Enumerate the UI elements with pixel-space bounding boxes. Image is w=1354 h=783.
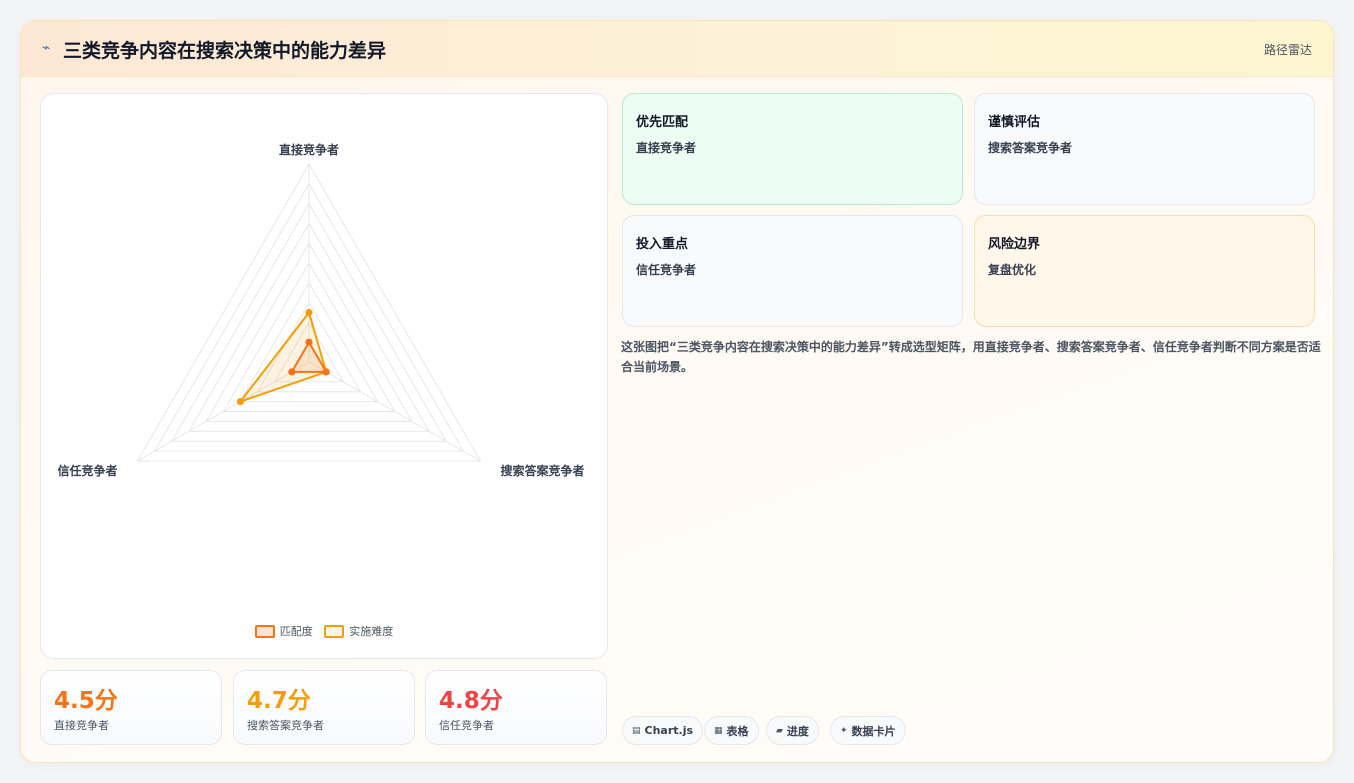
card-title: 谨慎评估 [988,115,1041,130]
stat-value: 4.7分 [247,688,311,714]
chip-label: 数据卡片 [851,724,896,738]
chip-data-cards[interactable]: ✦ 数据卡片 [830,716,906,745]
card-title: 投入重点 [636,237,689,252]
chip-table[interactable]: ▦ 表格 [704,716,759,745]
card-title: 优先匹配 [636,115,689,130]
legend-item-match[interactable]: 匹配度 [254,623,313,639]
stat-label: 搜索答案竞争者 [247,719,324,732]
chip-label: 进度 [786,724,809,738]
radar-data-point [305,308,313,317]
description-text: 这张图把“三类竞争内容在搜索决策中的能力差异”转成选型矩阵，用直接竞争者、搜索答… [621,340,1321,374]
chart-legend: 匹配度 实施难度 [41,623,607,641]
stat-value: 4.8分 [439,688,503,714]
radar-data-point [236,398,245,406]
card-careful-eval: 谨慎评估 搜索答案竞争者 [974,93,1315,205]
card-priority-match: 优先匹配 直接竞争者 [622,93,963,205]
chip-label: Chart.js [644,724,694,737]
radar-axis-label: 信任竞争者 [58,463,118,478]
progress-icon: ▰ [776,725,783,736]
legend-label-match: 匹配度 [279,625,313,638]
stat-card-direct: 4.5分 直接竞争者 [40,670,222,745]
chip-progress[interactable]: ▰ 进度 [766,716,819,745]
stat-value: 4.5分 [54,688,118,714]
radar-data-point [288,368,296,376]
radar-chart-card: 直接竞争者搜索答案竞争者 信任竞争者 匹配度 实施难度 [40,93,608,659]
legend-item-difficulty[interactable]: 实施难度 [324,623,393,639]
page-title: 三类竞争内容在搜索决策中的能力差异 [63,40,387,62]
legend-swatch-difficulty [324,624,345,638]
card-title: 风险边界 [988,237,1041,252]
chart-icon: ▤ [632,725,641,736]
card-investment-focus: 投入重点 信任竞争者 [622,215,963,327]
card-subtitle: 复盘优化 [988,263,1037,277]
radar-axis-label: 直接竞争者 [279,142,339,157]
sparkle-icon: ✦ [840,725,848,736]
card-subtitle: 信任竞争者 [636,263,697,277]
radar-chart: 直接竞争者搜索答案竞争者 信任竞争者 [58,142,585,478]
card-subtitle: 直接竞争者 [636,141,697,155]
radar-axis-label: 搜索答案竞争者 [500,463,584,478]
stat-label: 直接竞争者 [54,719,109,732]
radar-data-point [322,368,330,376]
header-tag: 路径雷达 [1263,43,1312,57]
legend-swatch-match [254,624,275,638]
header: ⌁ 三类竞争内容在搜索决策中的能力差异 路径雷达 [21,21,1333,77]
lightning-icon: ⌁ [42,40,51,56]
chip-label: 表格 [726,724,749,738]
table-icon: ▦ [714,725,723,736]
stat-card-trust: 4.8分 信任竞争者 [425,670,607,745]
stat-card-search: 4.7分 搜索答案竞争者 [233,670,415,745]
stat-label: 信任竞争者 [439,719,494,732]
legend-label-difficulty: 实施难度 [349,625,394,638]
card-subtitle: 搜索答案竞争者 [988,141,1073,155]
chip-chartjs[interactable]: ▤ Chart.js [622,716,704,745]
main-panel: ⌁ 三类竞争内容在搜索决策中的能力差异 路径雷达 直接竞争者 搜索答案竞争者 信任竞… [20,20,1334,763]
radar-data-point [305,338,313,346]
card-risk-boundary: 风险边界 复盘优化 [974,215,1315,327]
